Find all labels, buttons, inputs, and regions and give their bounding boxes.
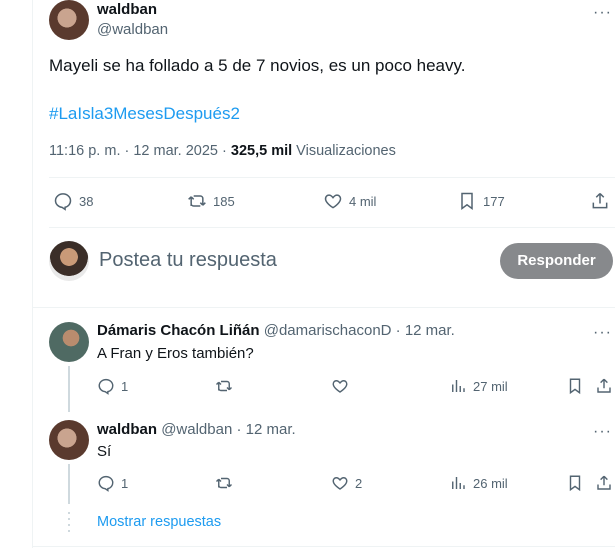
retweet-button[interactable]	[215, 474, 233, 492]
analytics-icon	[452, 380, 465, 392]
share-button[interactable]	[595, 377, 613, 395]
share-button[interactable]	[595, 474, 613, 492]
reply-icon	[98, 378, 114, 395]
reply-author-name[interactable]: Dámaris Chacón Liñán	[97, 322, 260, 339]
composer-avatar[interactable]	[49, 241, 89, 281]
dotted-thread-icon	[68, 512, 70, 534]
reply-avatar[interactable]	[49, 322, 89, 362]
retweet-button[interactable]: 185	[187, 191, 235, 211]
views-count: 27 mil	[473, 378, 508, 394]
thread-line	[68, 366, 70, 412]
like-count: 4 mil	[349, 193, 377, 209]
retweet-count: 185	[213, 193, 235, 209]
analytics-icon	[452, 477, 465, 489]
heart-icon	[324, 194, 342, 209]
bookmark-button[interactable]	[566, 474, 584, 492]
more-options-icon[interactable]: ···	[593, 324, 612, 342]
reply-count: 1	[121, 378, 129, 394]
reply-button[interactable]: 1	[97, 474, 128, 492]
bookmark-button[interactable]	[566, 377, 584, 395]
reply-submit-button[interactable]: Responder	[500, 243, 613, 279]
more-options-icon[interactable]: ···	[593, 423, 612, 441]
more-options-icon[interactable]: ···	[593, 4, 612, 22]
reply-author-name[interactable]: waldban	[97, 421, 157, 438]
retweet-icon	[215, 380, 233, 392]
thread-line	[68, 464, 70, 504]
reply-author-handle[interactable]: @waldban	[161, 421, 232, 438]
views-button[interactable]: 26 mil	[449, 474, 508, 492]
share-icon	[597, 475, 611, 490]
reply-button[interactable]: 1	[97, 377, 128, 395]
reply-date[interactable]: · 12 mar.	[392, 322, 455, 339]
like-button[interactable]: 2	[331, 474, 362, 492]
reply-avatar[interactable]	[49, 420, 89, 460]
retweet-button[interactable]	[215, 377, 233, 395]
reply-header: Dámaris Chacón Liñán @damarischaconD · 1…	[97, 322, 455, 339]
tweet-timestamp[interactable]: 11:16 p. m. · 12 mar. 2025 ·	[49, 143, 231, 159]
views-count: 325,5 mil	[230, 143, 293, 159]
views-button[interactable]: 27 mil	[449, 377, 508, 395]
column-border	[32, 0, 33, 548]
show-replies-link[interactable]: Mostrar respuestas	[97, 514, 221, 530]
reply-icon	[98, 475, 114, 492]
reply-text: A Fran y Eros también?	[97, 345, 254, 362]
heart-icon	[332, 477, 348, 490]
author-name[interactable]: waldban	[97, 1, 157, 18]
like-button[interactable]	[331, 377, 349, 395]
tweet-meta: 11:16 p. m. · 12 mar. 2025 · 325,5 mil V…	[49, 143, 396, 159]
share-icon	[592, 192, 608, 209]
hashtag-link[interactable]: #LaIsla3MesesDespués2	[49, 104, 240, 124]
reply-text: Sí	[97, 443, 112, 460]
reply-date[interactable]: · 12 mar.	[232, 421, 295, 438]
views-label: Visualizaciones	[292, 143, 396, 159]
bookmark-button[interactable]: 177	[457, 191, 505, 211]
bookmark-count: 177	[483, 193, 505, 209]
avatar[interactable]	[49, 0, 89, 40]
bookmark-icon	[461, 192, 473, 210]
share-icon	[597, 378, 611, 393]
retweet-icon	[188, 195, 206, 207]
reply-author-handle[interactable]: @damarischaconD	[264, 322, 392, 339]
divider	[49, 227, 615, 228]
retweet-icon	[215, 477, 233, 489]
reply-button[interactable]: 38	[53, 191, 93, 211]
divider	[33, 307, 615, 308]
author-handle[interactable]: @waldban	[97, 21, 168, 38]
like-count: 2	[355, 475, 363, 491]
heart-icon	[332, 380, 348, 393]
tweet-text: Mayeli se ha follado a 5 de 7 novios, es…	[49, 56, 466, 75]
like-button[interactable]: 4 mil	[323, 191, 376, 211]
reply-icon	[54, 193, 72, 211]
reply-count: 38	[79, 193, 94, 209]
bookmark-icon	[569, 378, 581, 395]
reply-header: waldban @waldban · 12 mar.	[97, 421, 296, 438]
share-button[interactable]	[590, 191, 610, 211]
divider	[49, 177, 615, 178]
views-count: 26 mil	[473, 475, 508, 491]
reply-input[interactable]: Postea tu respuesta	[99, 249, 277, 272]
reply-count: 1	[121, 475, 129, 491]
bookmark-icon	[569, 475, 581, 492]
divider	[33, 546, 615, 547]
